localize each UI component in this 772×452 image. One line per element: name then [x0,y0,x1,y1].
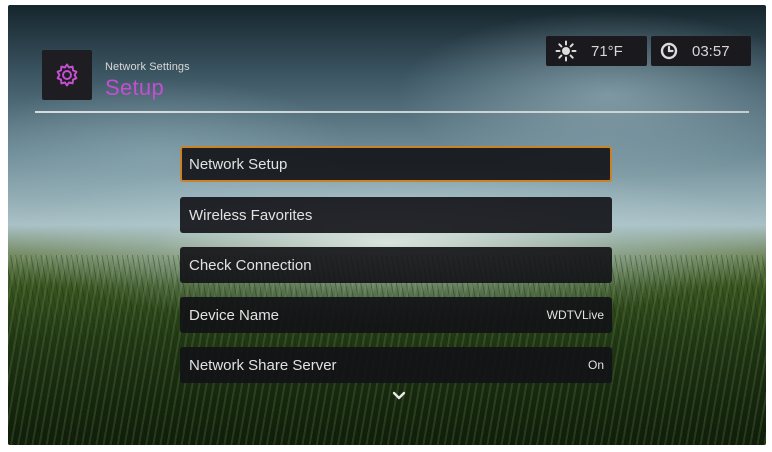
sun-icon [555,40,577,62]
screen: Network Settings Setup 71°F 03:57 Networ… [8,5,766,445]
menu-item-network-setup[interactable]: Network Setup [180,146,612,182]
temperature: 71°F [591,42,623,60]
chevron-down-icon[interactable] [392,391,406,401]
menu-item-device-name[interactable]: Device Name WDTVLive [180,297,612,333]
clock-icon [660,42,678,60]
menu-item-network-share-server[interactable]: Network Share Server On [180,347,612,383]
menu-item-label: Wireless Favorites [189,206,313,224]
app-badge [42,50,92,100]
menu-item-check-connection[interactable]: Check Connection [180,247,612,283]
breadcrumb: Network Settings [105,61,190,73]
gear-icon [56,63,78,87]
menu-item-value: WDTVLive [546,308,604,322]
menu-item-label: Network Share Server [189,356,337,374]
clock-time: 03:57 [692,42,730,60]
menu-item-value: On [587,358,604,372]
menu-item-wireless-favorites[interactable]: Wireless Favorites [180,197,612,233]
menu-item-label: Network Setup [189,155,288,173]
page-title: Setup [105,75,164,100]
menu-item-label: Check Connection [189,256,312,274]
menu-item-label: Device Name [189,306,280,324]
weather-widget: 71°F [546,36,647,66]
clock-widget: 03:57 [651,36,751,66]
header-divider [35,111,749,113]
